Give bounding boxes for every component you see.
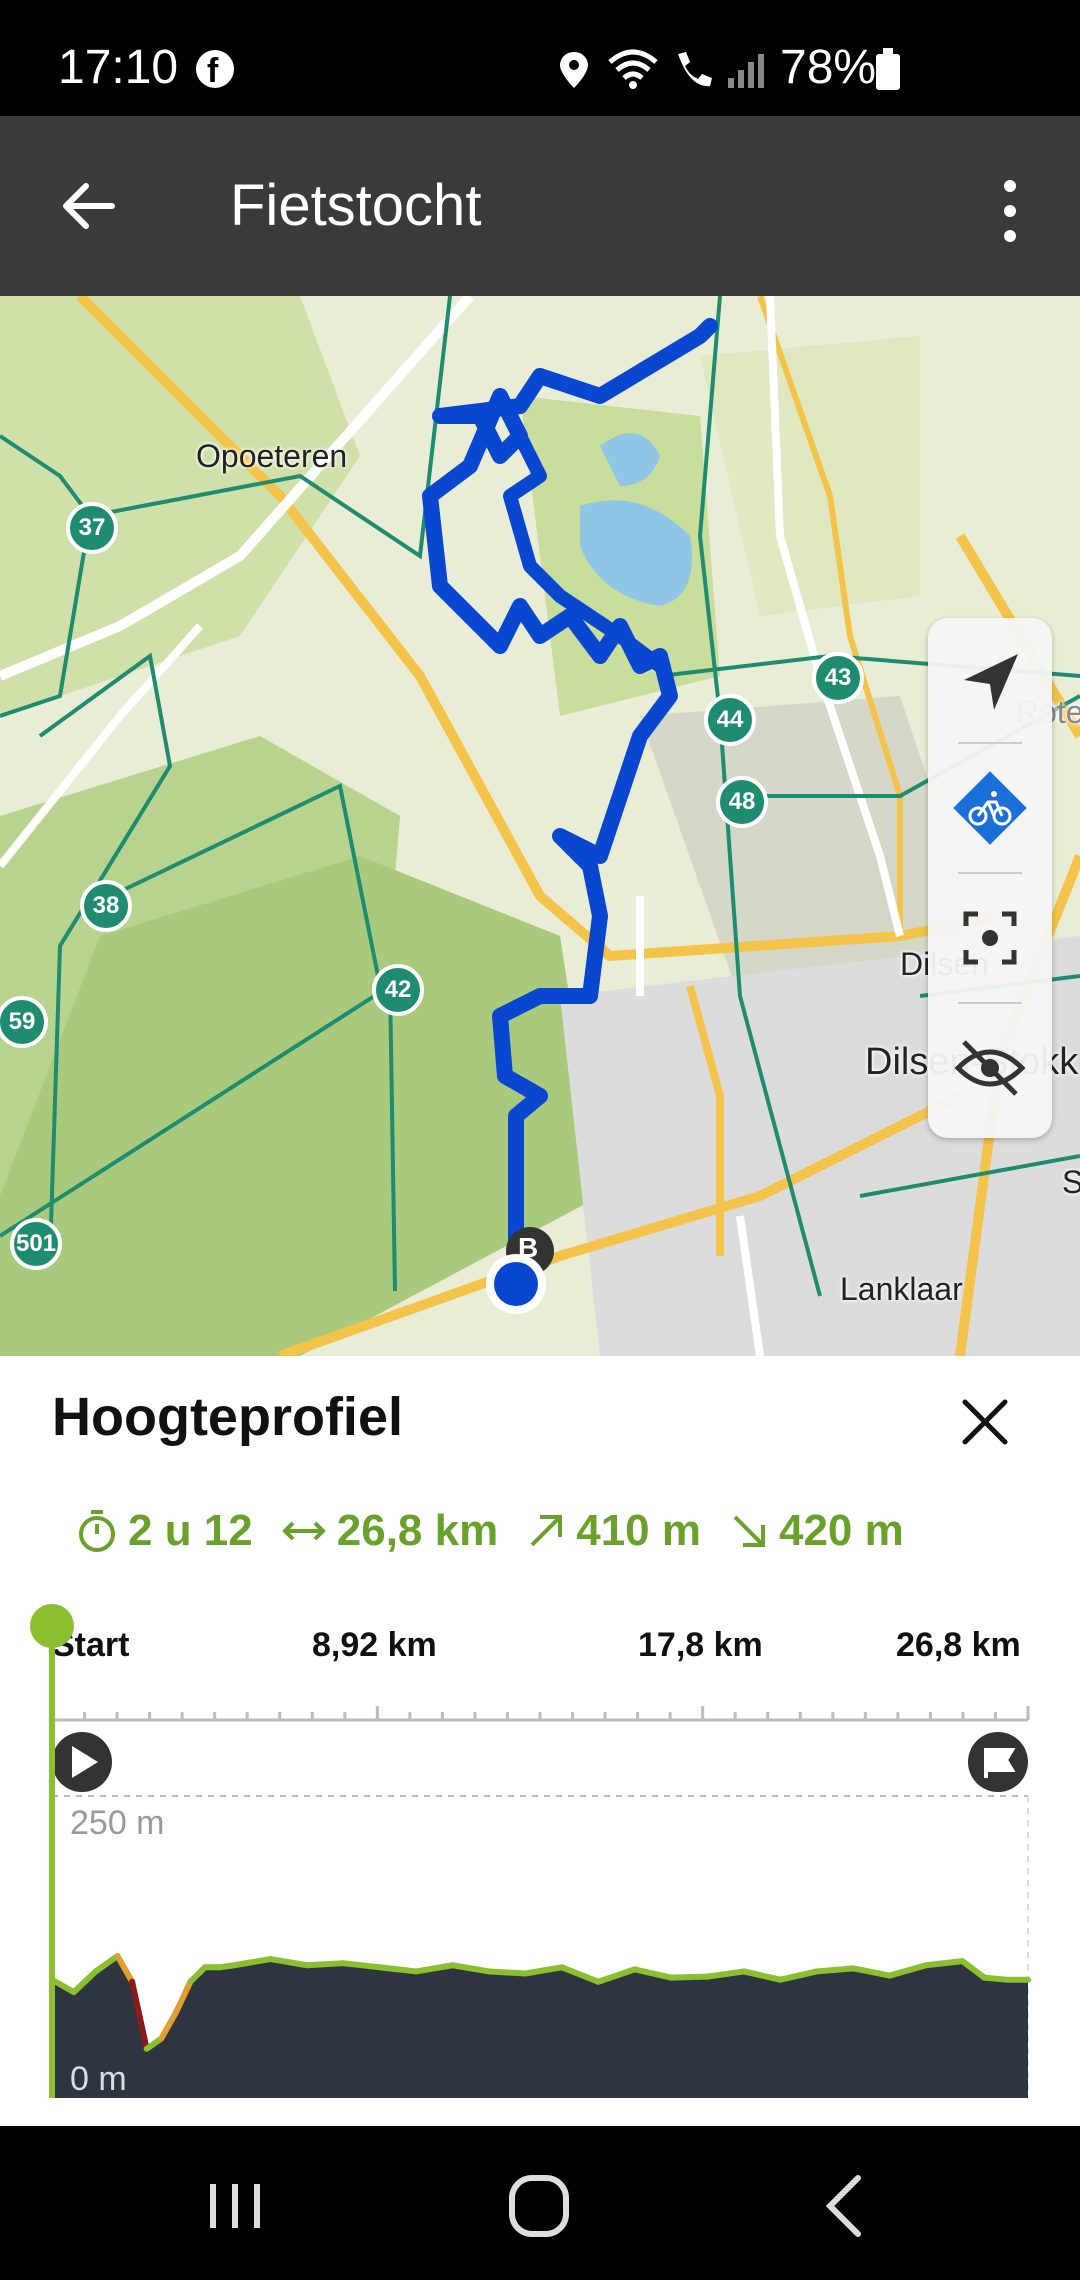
elevation-tick-label: 0 m <box>70 2060 127 2098</box>
facebook-icon: f <box>196 50 234 90</box>
recenter-icon[interactable] <box>950 898 1030 978</box>
elevation-profile[interactable]: Start 8,92 km 17,8 km 26,8 km 250 m 0 m <box>0 1586 1080 2126</box>
ascent-value: 410 m <box>576 1506 701 1555</box>
elevation-line-segment <box>923 1958 966 1969</box>
signal-icon <box>728 54 764 88</box>
app-bar: Fietstocht <box>0 116 1080 296</box>
network-node[interactable]: 44 <box>704 694 756 746</box>
recent-apps-icon[interactable] <box>190 2166 280 2246</box>
bike-route-icon[interactable] <box>950 768 1030 848</box>
distance-stat: 26,8 km <box>281 1506 498 1556</box>
duration-stat: 2 u 12 <box>76 1506 253 1556</box>
elevation-line-segment <box>340 1960 383 1971</box>
more-vert-icon[interactable] <box>980 176 1040 246</box>
close-icon[interactable] <box>955 1392 1015 1452</box>
sheet-title: Hoogteprofiel <box>52 1387 403 1447</box>
route-stats: 2 u 12 26,8 km 410 m 420 m <box>76 1506 932 1556</box>
map-canvas <box>0 296 1080 1356</box>
start-marker-label: B <box>518 1232 539 1263</box>
position-cursor[interactable] <box>30 1604 74 1648</box>
distance-value: 26,8 km <box>336 1506 499 1555</box>
network-node[interactable]: 43 <box>812 652 864 704</box>
elevation-line-segment <box>981 1974 1010 1983</box>
system-nav-bar <box>0 2126 1080 2280</box>
place-label: Lanklaar <box>840 1271 963 1307</box>
network-node[interactable]: 48 <box>716 776 768 828</box>
descent-value: 420 m <box>778 1506 904 1555</box>
hide-icon[interactable] <box>950 1028 1030 1108</box>
network-node[interactable]: 42 <box>372 964 424 1016</box>
place-label: Opoeteren <box>196 438 348 474</box>
elevation-line-segment <box>486 1968 529 1977</box>
descent-icon <box>733 1515 765 1547</box>
battery-percentage: 78% <box>780 41 877 94</box>
location-icon <box>560 52 588 88</box>
network-node[interactable]: 38 <box>80 880 132 932</box>
timer-icon <box>79 1510 115 1552</box>
elevation-line-segment <box>376 1964 420 1975</box>
ascent-icon <box>530 1515 563 1547</box>
distance-icon <box>281 1521 326 1541</box>
duration-value: 2 u 12 <box>128 1506 253 1555</box>
back-arrow-icon[interactable] <box>50 166 130 246</box>
status-bar: 17:10 f 78% <box>0 0 1080 116</box>
battery-icon <box>876 48 900 90</box>
network-node[interactable]: 37 <box>66 502 118 554</box>
finish-flag-icon[interactable] <box>968 1732 1028 1792</box>
map-controls <box>928 618 1052 1138</box>
divider <box>958 742 1022 744</box>
ascent-stat: 410 m <box>526 1506 701 1556</box>
descent-stat: 420 m <box>729 1506 904 1556</box>
elevation-chart <box>30 1604 1031 2098</box>
elevation-line-segment <box>303 1960 347 1969</box>
page-title: Fietstocht <box>230 173 482 238</box>
divider <box>958 872 1022 874</box>
wifi-icon <box>608 49 658 89</box>
elevation-line-segment <box>813 1965 857 1975</box>
map-view[interactable]: Opoeteren Dilsen Dilsen-Stokk Lanklaar R… <box>0 296 1080 1356</box>
wifi-calling-icon <box>678 52 712 87</box>
elevation-line-segment <box>668 1973 711 1981</box>
elevation-sheet: Hoogteprofiel 2 u 12 26,8 km 410 m 420 m… <box>0 1356 1080 2126</box>
play-icon[interactable] <box>52 1732 112 1792</box>
place-label: S <box>1062 1164 1080 1200</box>
network-node[interactable]: 501 <box>10 1218 62 1270</box>
divider <box>958 1002 1022 1004</box>
home-icon[interactable] <box>494 2166 584 2246</box>
elevation-tick-label: 250 m <box>70 1804 165 1842</box>
navigate-icon[interactable] <box>950 642 1030 722</box>
status-time: 17:10 <box>58 41 179 94</box>
back-icon[interactable] <box>800 2166 890 2246</box>
